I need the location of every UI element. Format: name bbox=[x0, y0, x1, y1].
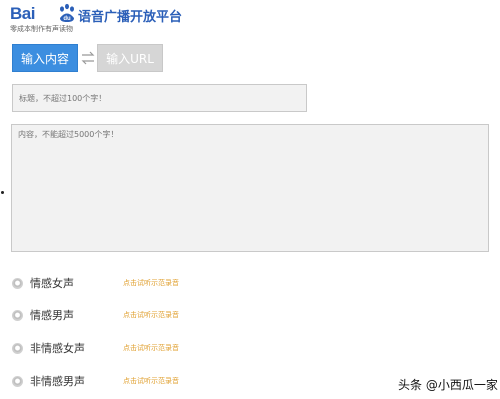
voice-option[interactable]: 情感女声 点击试听示范录音 bbox=[12, 273, 179, 293]
voice-option[interactable]: 非情感女声 点击试听示范录音 bbox=[12, 338, 179, 358]
swap-arrows-icon[interactable] bbox=[80, 48, 96, 68]
voice-radio[interactable] bbox=[12, 375, 23, 387]
sample-link[interactable]: 点击试听示范录音 bbox=[123, 343, 179, 353]
voice-name: 情感女声 bbox=[30, 277, 74, 290]
logo-slogan: 零成本制作有声读物 bbox=[10, 25, 73, 33]
watermark: 头条 @小西瓜一家 bbox=[383, 370, 500, 394]
sample-link[interactable]: 点击试听示范录音 bbox=[123, 278, 179, 288]
voice-name: 非情感男声 bbox=[30, 375, 85, 388]
tab-input-content[interactable]: 输入内容 bbox=[12, 44, 78, 72]
logo-wordmark: Bai bbox=[10, 4, 35, 23]
title-input[interactable] bbox=[12, 84, 307, 112]
sample-link[interactable]: 点击试听示范录音 bbox=[123, 376, 179, 386]
content-textarea[interactable] bbox=[11, 124, 489, 252]
voice-radio[interactable] bbox=[12, 342, 23, 354]
voice-radio[interactable] bbox=[12, 309, 23, 321]
voice-name: 非情感女声 bbox=[30, 342, 85, 355]
voice-option[interactable]: 非情感男声 点击试听示范录音 bbox=[12, 371, 179, 391]
voice-name: 情感男声 bbox=[30, 309, 74, 322]
watermark-text: 头条 @小西瓜一家 bbox=[398, 378, 498, 392]
voice-option[interactable]: 情感男声 点击试听示范录音 bbox=[12, 305, 179, 325]
page-title: 语音广播开放平台 bbox=[78, 10, 183, 25]
paw-icon: du bbox=[60, 3, 74, 22]
bullet-dot bbox=[1, 191, 4, 194]
logo-du-text: du bbox=[63, 16, 71, 22]
tab-input-url[interactable]: 输入URL bbox=[97, 44, 163, 72]
sample-link[interactable]: 点击试听示范录音 bbox=[123, 310, 179, 320]
voice-radio[interactable] bbox=[12, 277, 23, 289]
